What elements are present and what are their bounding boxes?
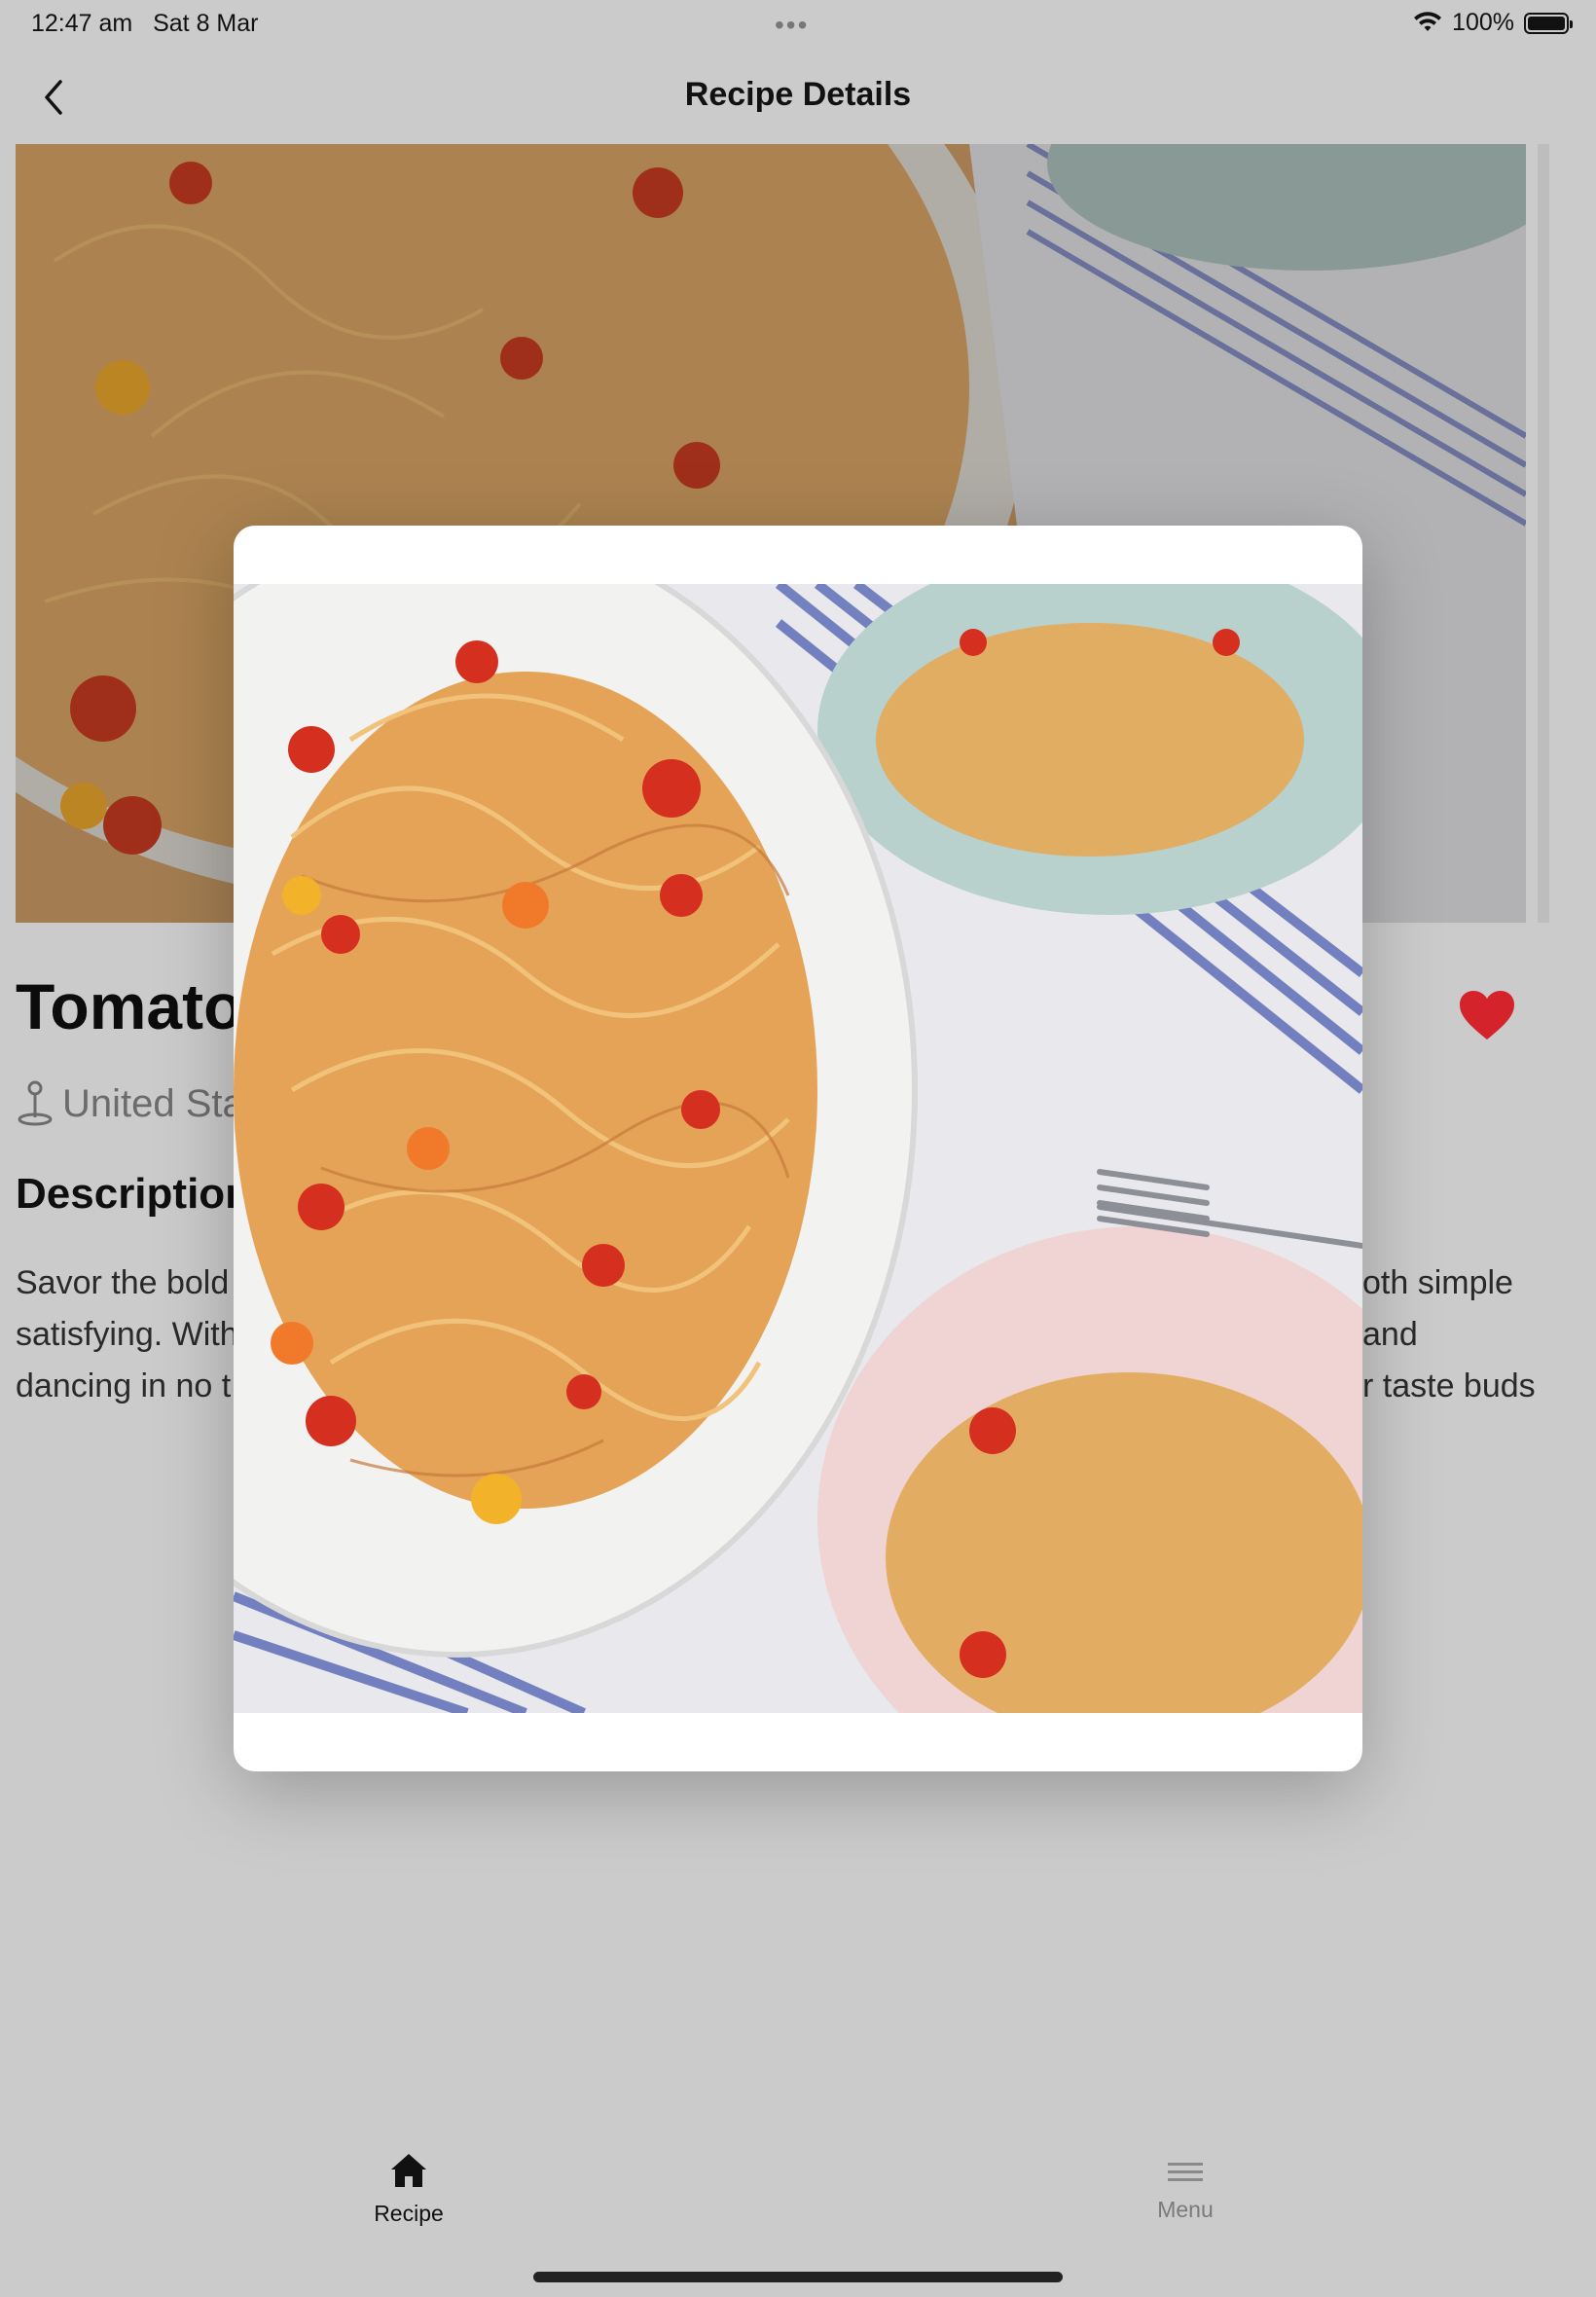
tab-menu[interactable]: Menu — [1088, 2151, 1283, 2223]
navigation-bar: Recipe Details — [0, 58, 1596, 140]
image-preview-modal[interactable] — [234, 526, 1362, 1771]
description-heading: Description — [16, 1170, 252, 1218]
tab-recipe[interactable]: Recipe — [311, 2151, 506, 2227]
status-bar: 12:47 am Sat 8 Mar ••• 100% — [0, 0, 1596, 47]
description-line: oth simple and — [1362, 1264, 1513, 1353]
location-pin-icon — [18, 1080, 53, 1126]
multitasking-dots-icon[interactable]: ••• — [775, 10, 809, 41]
description-text-right: oth simple and r taste buds — [1362, 1258, 1577, 1412]
location-label: United Sta — [62, 1081, 244, 1125]
recipe-image-enlarged[interactable] — [234, 584, 1362, 1713]
tab-bar: Recipe Menu — [0, 2132, 1596, 2248]
recipe-title: Tomato — [16, 970, 243, 1042]
home-icon — [391, 2154, 426, 2187]
page-title: Recipe Details — [684, 76, 912, 113]
tab-menu-label: Menu — [1157, 2197, 1214, 2222]
hero-scroll-edge — [1538, 144, 1549, 923]
recipe-location: United Sta — [16, 1080, 244, 1127]
status-time: 12:47 am Sat 8 Mar — [31, 10, 259, 37]
favorite-heart-icon[interactable] — [1458, 989, 1516, 1043]
description-line: r taste buds — [1362, 1367, 1536, 1404]
home-indicator[interactable] — [533, 2272, 1063, 2282]
status-right: 100% — [1413, 9, 1573, 37]
tab-recipe-label: Recipe — [374, 2201, 444, 2226]
battery-percent: 100% — [1452, 9, 1514, 36]
wifi-icon — [1414, 11, 1442, 31]
menu-icon — [1168, 2163, 1203, 2181]
battery-icon — [1524, 12, 1573, 34]
